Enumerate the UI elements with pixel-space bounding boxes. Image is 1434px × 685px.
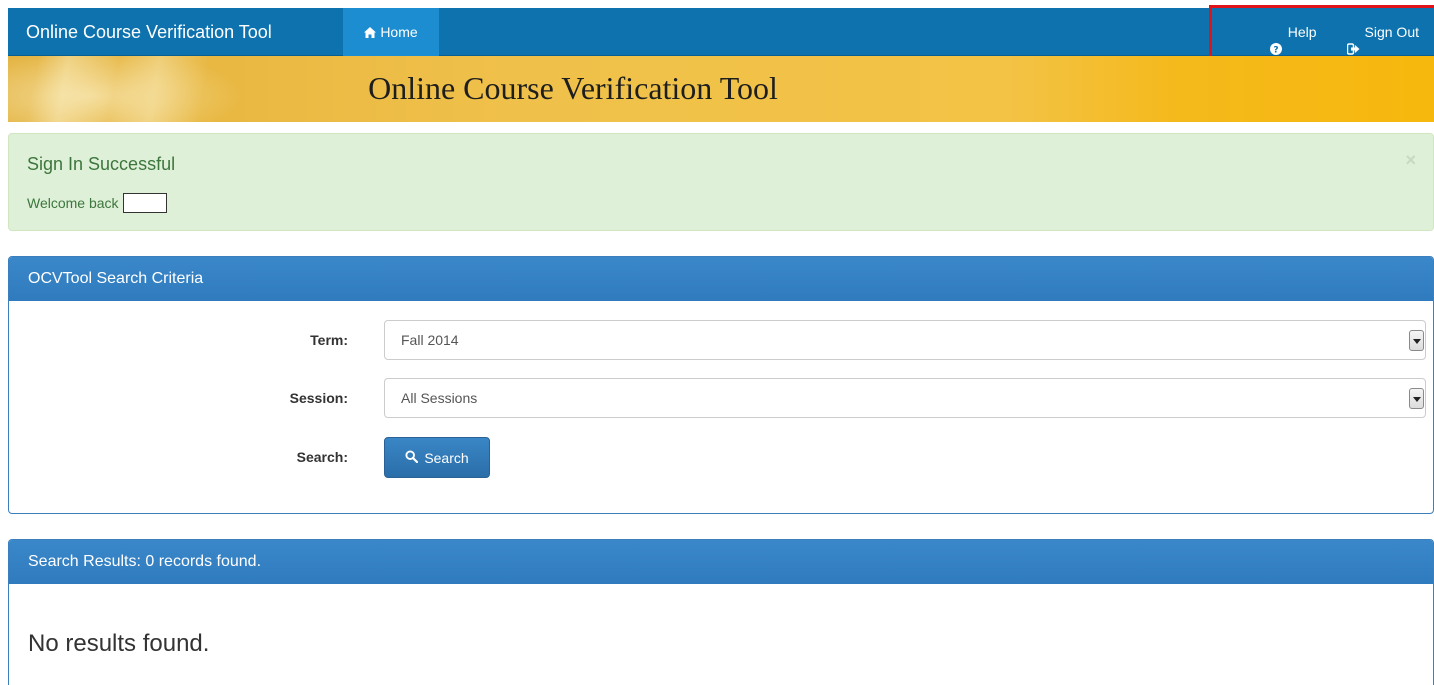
sign-out-icon	[1346, 26, 1360, 55]
session-label: Session:	[289, 390, 348, 406]
header-banner: Online Course Verification Tool	[8, 56, 1434, 122]
nav-help-link[interactable]: ? Help	[1255, 8, 1332, 56]
top-navbar: Online Course Verification Tool Home ? H…	[8, 8, 1434, 56]
welcome-text: Welcome back	[27, 195, 119, 211]
term-select[interactable]: Fall 2014	[384, 320, 1426, 360]
results-panel-heading: Search Results: 0 records found.	[9, 540, 1433, 584]
alert-title: Sign In Successful	[27, 154, 176, 174]
alert-close-button[interactable]: ×	[1405, 150, 1416, 171]
session-select[interactable]: All Sessions	[384, 378, 1426, 418]
search-button[interactable]: Search	[384, 437, 490, 478]
nav-help-label: Help	[1287, 24, 1317, 40]
nav-home-link[interactable]: Home	[343, 8, 439, 56]
banner-title: Online Course Verification Tool	[368, 70, 778, 106]
session-row: Session: All Sessions	[9, 378, 1433, 418]
chevron-down-icon[interactable]	[1409, 388, 1424, 409]
search-row: Search: Search	[9, 437, 1433, 478]
no-results-message: No results found.	[28, 630, 210, 657]
nav-home-label: Home	[380, 24, 418, 40]
nav-signout-link[interactable]: Sign Out	[1332, 8, 1434, 56]
search-criteria-panel: OCVTool Search Criteria Term: Fall 2014 …	[8, 256, 1434, 514]
navbar-brand[interactable]: Online Course Verification Tool	[26, 8, 272, 56]
search-label: Search:	[296, 449, 348, 465]
chevron-down-icon[interactable]	[1409, 330, 1424, 351]
term-label: Term:	[310, 332, 348, 348]
session-select-value: All Sessions	[401, 390, 478, 406]
term-row: Term: Fall 2014	[9, 320, 1433, 360]
nav-signout-label: Sign Out	[1364, 24, 1419, 40]
redacted-username-box	[122, 193, 167, 213]
success-alert: Sign In Successful Welcome back ×	[8, 133, 1434, 231]
search-icon	[405, 449, 419, 466]
question-circle-icon: ?	[1269, 26, 1282, 56]
term-select-value: Fall 2014	[401, 332, 459, 348]
search-button-label: Search	[424, 449, 469, 466]
search-results-panel: Search Results: 0 records found. No resu…	[8, 539, 1434, 685]
alert-message: Welcome back	[27, 193, 167, 213]
criteria-panel-heading: OCVTool Search Criteria	[9, 257, 1433, 301]
home-icon	[364, 9, 377, 57]
svg-text:?: ?	[1273, 46, 1278, 56]
